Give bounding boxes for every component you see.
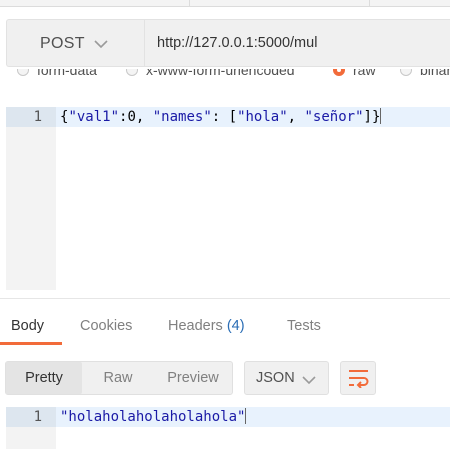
line-number: 1 [6, 407, 56, 427]
text-cursor [380, 108, 382, 124]
body-type-label: raw [353, 69, 376, 78]
active-tab-indicator [0, 342, 62, 345]
tab-tests[interactable]: Tests [287, 318, 321, 334]
radio-icon [17, 69, 29, 76]
tab-headers[interactable]: Headers (4) [168, 318, 245, 334]
tab-headers-label: Headers [168, 318, 223, 334]
headers-count-badge: (4) [226, 318, 245, 334]
view-mode-group: Pretty Raw Preview [5, 361, 233, 395]
tab-body[interactable]: Body [11, 318, 44, 334]
body-type-label: binary [420, 69, 450, 78]
body-type-label: form-data [37, 69, 97, 78]
pretty-button[interactable]: Pretty [6, 362, 82, 394]
postman-window: POST form-data x-www-form-urlencoded raw… [0, 0, 450, 449]
body-type-label: x-www-form-urlencoded [146, 69, 295, 78]
editor-gutter [6, 127, 56, 290]
body-type-options: form-data x-www-form-urlencoded raw bina… [0, 69, 450, 81]
body-type-form-data[interactable]: form-data [17, 69, 97, 79]
editor-line: 1 "holaholaholaholahola" [6, 407, 450, 427]
request-body-code: {"val1":0, "names": ["hola", "señor"]} [60, 108, 382, 125]
raw-button[interactable]: Raw [82, 362, 154, 394]
url-input[interactable] [145, 20, 450, 66]
text-cursor [245, 408, 247, 424]
editor-gutter [6, 427, 56, 449]
format-label: JSON [256, 370, 295, 386]
radio-selected-icon [333, 69, 345, 76]
pane-divider[interactable] [0, 298, 450, 299]
response-body-editor[interactable]: 1 "holaholaholaholahola" [6, 407, 450, 427]
body-type-urlencoded[interactable]: x-www-form-urlencoded [126, 69, 295, 79]
wrap-lines-button[interactable] [340, 361, 376, 395]
body-type-binary[interactable]: binary [400, 69, 450, 79]
chevron-down-icon [302, 372, 316, 390]
request-url-bar: POST [6, 19, 450, 67]
preview-button[interactable]: Preview [154, 362, 232, 394]
line-number: 1 [6, 107, 56, 127]
request-body-editor[interactable]: 1 {"val1":0, "names": ["hola", "señor"]} [6, 107, 450, 127]
tab-strip-border [0, 6, 450, 7]
body-type-raw[interactable]: raw [333, 69, 376, 79]
radio-icon [126, 69, 138, 76]
response-body-code: "holaholaholaholahola" [60, 408, 247, 425]
radio-icon [400, 69, 412, 76]
tab-cookies[interactable]: Cookies [80, 318, 132, 334]
format-dropdown[interactable]: JSON [244, 361, 329, 395]
request-tab-strip [0, 0, 450, 7]
method-label: POST [40, 35, 85, 52]
method-dropdown[interactable]: POST [7, 20, 145, 66]
editor-line: 1 {"val1":0, "names": ["hola", "señor"]} [6, 107, 450, 127]
chevron-down-icon [94, 36, 108, 54]
